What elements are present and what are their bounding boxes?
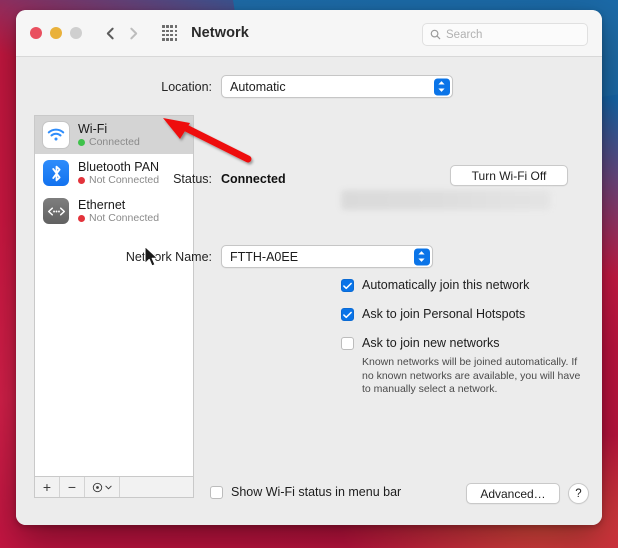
sidebar-item-text: Wi-Fi Connected [78,122,140,148]
checkbox-auto-join[interactable]: Automatically join this network [341,278,529,292]
navigation-buttons [104,27,140,40]
checkmark-icon [343,311,352,318]
redacted-ip-info [341,190,551,210]
chevron-down-icon [105,485,112,489]
checkbox-box[interactable] [341,279,354,292]
sidebar-item-status: Connected [78,136,140,148]
window-titlebar: Network [16,10,602,57]
checkbox-box[interactable] [341,308,354,321]
network-name-row: Network Name: FTTH-A0EE [16,245,602,268]
status-value: Connected [221,172,286,186]
status-text: Connected [89,136,140,149]
checkbox-personal-hotspots[interactable]: Ask to join Personal Hotspots [341,307,525,321]
search-field[interactable] [422,23,588,46]
sidebar-item-wi-fi[interactable]: Wi-Fi Connected [35,116,193,154]
back-button[interactable] [104,27,117,40]
checkbox-box[interactable] [341,337,354,350]
sidebar-item-status: Not Connected [78,212,159,224]
service-actions-button[interactable] [85,477,120,497]
status-label: Status: [173,172,212,186]
turn-wifi-off-button[interactable]: Turn Wi-Fi Off [450,165,568,186]
status-dot-icon [78,214,85,222]
sidebar-item-label: Wi-Fi [78,121,108,136]
network-preferences-window: Network Location: Automatic [16,10,602,525]
network-name-value: FTTH-A0EE [230,249,299,264]
search-icon [430,29,441,40]
status-dot-icon [78,138,85,146]
services-toolbar: + − [34,477,194,498]
help-button[interactable]: ? [568,483,589,504]
forward-button[interactable] [127,27,140,40]
checkmark-icon [343,282,352,289]
location-label: Location: [161,79,212,94]
desktop-background: Network Location: Automatic [0,0,618,548]
sidebar-item-label: Ethernet [78,197,126,212]
minimize-button[interactable] [50,27,62,39]
add-service-button[interactable]: + [35,477,60,497]
remove-service-button[interactable]: − [60,477,85,497]
join-networks-help-text: Known networks will be joined automatica… [362,356,581,395]
sidebar-item-ethernet[interactable]: Ethernet Not Connected [35,192,193,230]
traffic-lights [30,27,82,39]
zoom-button [70,27,82,39]
wifi-icon [43,122,69,148]
checkbox-label: Automatically join this network [362,278,530,292]
location-dropdown[interactable]: Automatic [221,75,453,98]
gear-icon [92,482,103,492]
search-input[interactable] [446,28,580,41]
location-row: Location: Automatic [16,75,602,98]
preferences-content: Location: Automatic Wi-Fi Connected Blue… [16,57,602,525]
page-title: Network [191,25,249,41]
checkbox-join-new-networks[interactable]: Ask to join new networks [341,336,500,350]
checkbox-label: Ask to join new networks [362,336,500,350]
sidebar-item-text: Ethernet Not Connected [78,198,159,224]
chevron-updown-icon [413,248,430,265]
location-selected-value: Automatic [230,79,286,94]
ethernet-icon [43,198,69,224]
chevron-updown-icon [433,78,450,95]
checkbox-box[interactable] [210,486,223,499]
close-button[interactable] [30,27,42,39]
checkbox-label: Ask to join Personal Hotspots [362,307,526,321]
status-text: Not Connected [89,212,160,225]
checkbox-show-wifi-status[interactable]: Show Wi-Fi status in menu bar [210,485,401,499]
network-name-dropdown[interactable]: FTTH-A0EE [221,245,433,268]
checkbox-label: Show Wi-Fi status in menu bar [231,485,402,499]
network-name-label: Network Name: [125,249,212,264]
advanced-button[interactable]: Advanced… [466,483,560,504]
show-all-grid-icon[interactable] [162,25,178,41]
network-services-list[interactable]: Wi-Fi Connected Bluetooth PAN Not Connec… [34,115,194,477]
